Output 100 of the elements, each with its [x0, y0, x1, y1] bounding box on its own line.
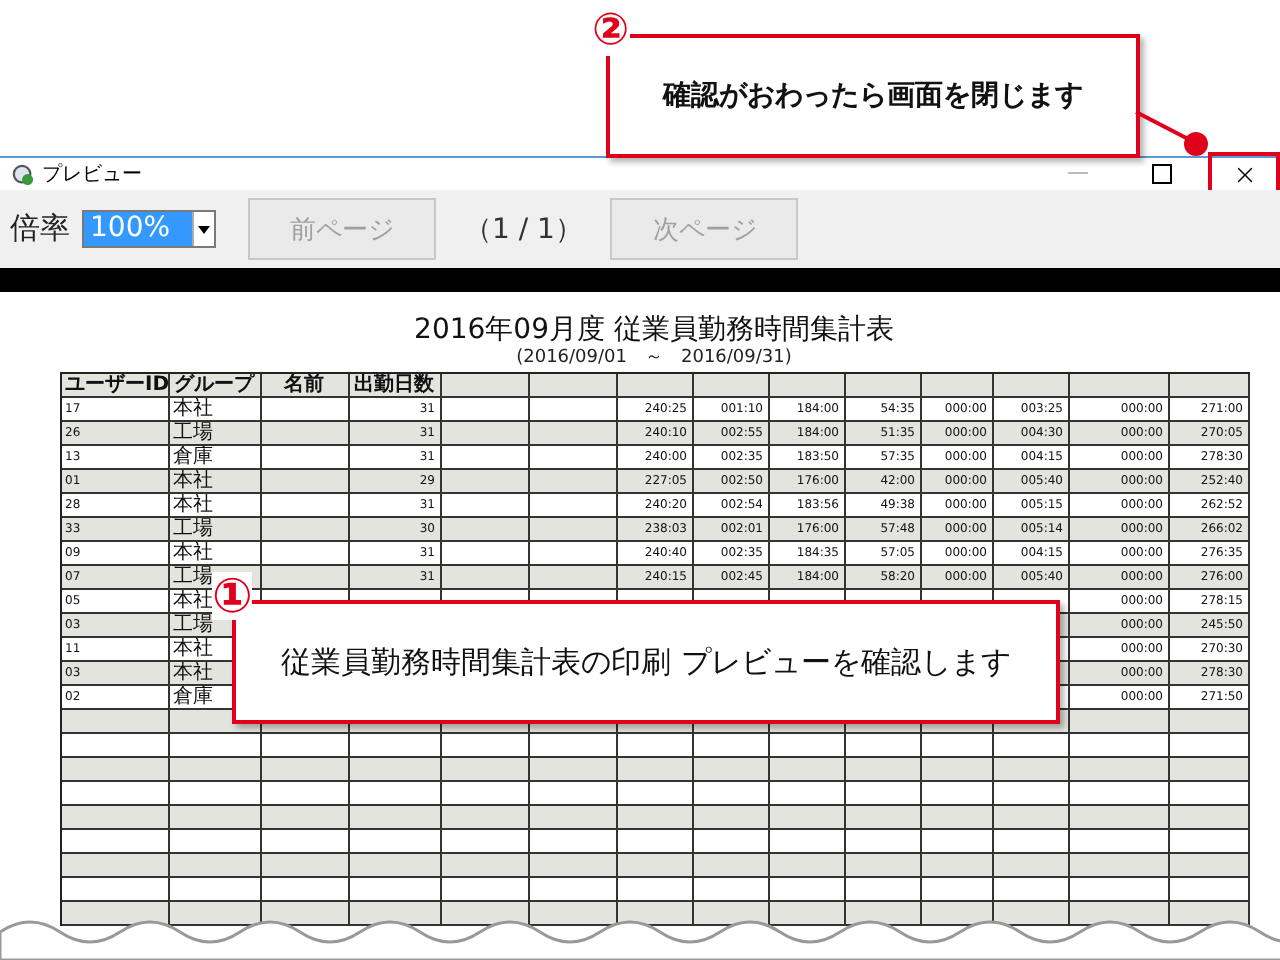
table-cell	[441, 494, 529, 518]
zoom-dropdown[interactable]: 100%	[82, 210, 216, 248]
table-cell	[1069, 758, 1169, 782]
table-cell	[769, 854, 845, 878]
table-cell	[693, 782, 769, 806]
table-cell	[441, 542, 529, 566]
table-cell	[617, 758, 693, 782]
table-cell	[261, 422, 349, 446]
table-cell	[169, 782, 261, 806]
table-cell	[529, 902, 617, 926]
table-cell	[61, 830, 169, 854]
table-cell	[529, 542, 617, 566]
table-cell	[693, 734, 769, 758]
table-cell	[1169, 806, 1249, 830]
table-cell	[261, 758, 349, 782]
dropdown-arrow-icon	[198, 225, 210, 233]
table-cell	[1169, 854, 1249, 878]
table-cell	[261, 878, 349, 902]
table-cell	[845, 806, 921, 830]
table-cell	[61, 806, 169, 830]
table-cell	[693, 758, 769, 782]
table-cell	[529, 446, 617, 470]
report-title: 2016年09月度 従業員勤務時間集計表	[414, 312, 894, 348]
table-cell	[921, 830, 993, 854]
step-number: ②	[592, 8, 630, 56]
table-cell	[349, 758, 441, 782]
table-cell: 本社	[169, 542, 261, 566]
table-cell	[1169, 902, 1249, 926]
table-cell	[1169, 710, 1249, 734]
table-cell	[617, 830, 693, 854]
table-cell	[529, 830, 617, 854]
table-cell	[1069, 806, 1169, 830]
table-cell	[1069, 902, 1169, 926]
table-cell	[921, 878, 993, 902]
table-cell	[261, 806, 349, 830]
table-cell	[921, 902, 993, 926]
table-cell	[441, 422, 529, 446]
table-cell	[769, 878, 845, 902]
table-cell	[529, 398, 617, 422]
table-cell	[529, 782, 617, 806]
table-cell	[169, 758, 261, 782]
table-cell	[769, 758, 845, 782]
table-cell	[617, 902, 693, 926]
table-cell	[845, 854, 921, 878]
table-cell	[693, 806, 769, 830]
table-cell	[1069, 878, 1169, 902]
table-cell	[693, 878, 769, 902]
table-cell	[261, 518, 349, 542]
table-cell	[529, 518, 617, 542]
table-cell	[769, 830, 845, 854]
table-cell	[1169, 734, 1249, 758]
table-cell: 本社	[169, 398, 261, 422]
table-cell	[169, 806, 261, 830]
table-cell	[441, 446, 529, 470]
table-cell	[617, 854, 693, 878]
table-cell	[349, 830, 441, 854]
table-cell	[349, 734, 441, 758]
table-cell	[693, 854, 769, 878]
table-cell	[61, 710, 169, 734]
table-cell	[169, 854, 261, 878]
table-cell	[845, 830, 921, 854]
column-header	[993, 374, 1069, 398]
column-header	[769, 374, 845, 398]
table-cell	[169, 878, 261, 902]
table-cell	[1169, 878, 1249, 902]
table-cell	[441, 902, 529, 926]
table-cell	[1169, 782, 1249, 806]
table-cell	[61, 902, 169, 926]
column-header	[693, 374, 769, 398]
table-cell	[349, 806, 441, 830]
table-cell	[441, 854, 529, 878]
table-cell	[921, 758, 993, 782]
table-cell	[169, 830, 261, 854]
table-cell	[921, 734, 993, 758]
table-cell	[993, 806, 1069, 830]
table-cell	[617, 734, 693, 758]
column-header	[441, 374, 529, 398]
table-cell	[769, 806, 845, 830]
app-icon	[12, 163, 34, 185]
table-cell	[845, 782, 921, 806]
table-cell	[349, 878, 441, 902]
table-cell	[441, 470, 529, 494]
table-cell	[441, 518, 529, 542]
table-cell	[993, 758, 1069, 782]
table-cell	[617, 878, 693, 902]
table-cell	[261, 854, 349, 878]
table-cell	[529, 758, 617, 782]
table-cell	[845, 902, 921, 926]
table-cell	[1169, 830, 1249, 854]
column-header	[1069, 374, 1169, 398]
table-cell	[921, 782, 993, 806]
table-cell	[1069, 782, 1169, 806]
table-cell	[529, 878, 617, 902]
table-cell	[529, 422, 617, 446]
table-cell	[1069, 734, 1169, 758]
table-cell	[61, 734, 169, 758]
table-cell	[921, 854, 993, 878]
table-cell	[769, 782, 845, 806]
table-cell	[921, 806, 993, 830]
table-cell	[169, 902, 261, 926]
